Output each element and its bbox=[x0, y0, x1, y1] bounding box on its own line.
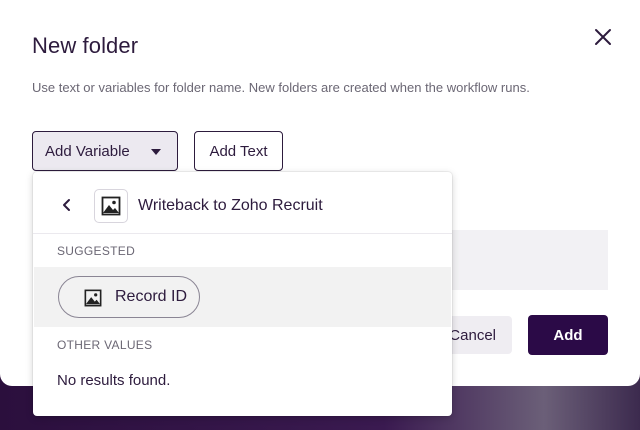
no-results-text: No results found. bbox=[57, 372, 171, 389]
suggested-row: Record ID bbox=[34, 267, 451, 327]
chevron-left-icon bbox=[63, 199, 70, 211]
cancel-label: Cancel bbox=[449, 326, 496, 344]
caret-down-icon bbox=[151, 149, 161, 155]
dialog-subtitle: Use text or variables for folder name. N… bbox=[32, 80, 530, 95]
add-text-button[interactable]: Add Text bbox=[194, 131, 283, 171]
suggested-section-label: SUGGESTED bbox=[57, 244, 136, 258]
back-button[interactable] bbox=[59, 197, 75, 213]
folder-name-input[interactable] bbox=[440, 230, 608, 290]
add-variable-button[interactable]: Add Variable bbox=[32, 131, 178, 171]
dropdown-header: Writeback to Zoho Recruit bbox=[33, 172, 452, 234]
image-icon bbox=[101, 196, 121, 216]
other-values-section-label: OTHER VALUES bbox=[57, 338, 153, 352]
variable-dropdown: Writeback to Zoho Recruit SUGGESTED Reco… bbox=[33, 172, 452, 416]
add-text-label: Add Text bbox=[209, 142, 268, 160]
record-id-chip[interactable]: Record ID bbox=[58, 276, 200, 318]
add-variable-label: Add Variable bbox=[45, 142, 130, 160]
app-icon bbox=[94, 189, 128, 223]
dialog-title: New folder bbox=[32, 33, 139, 58]
record-id-label: Record ID bbox=[115, 288, 188, 305]
close-icon bbox=[595, 29, 611, 45]
add-button[interactable]: Add bbox=[528, 315, 608, 355]
add-label: Add bbox=[553, 326, 583, 344]
image-icon bbox=[84, 289, 102, 307]
close-button[interactable] bbox=[590, 24, 616, 50]
app-name: Writeback to Zoho Recruit bbox=[138, 197, 323, 214]
